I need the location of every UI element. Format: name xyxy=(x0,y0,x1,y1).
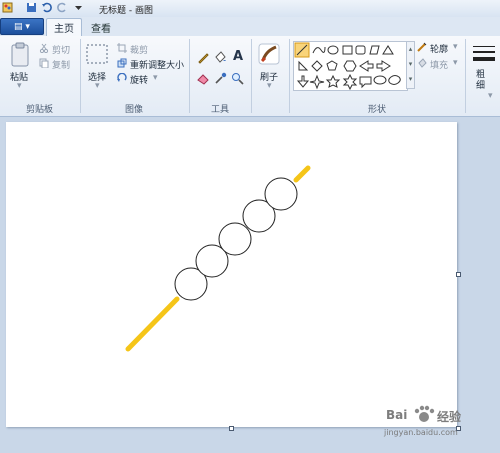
resize-button[interactable]: 重新调整大小 xyxy=(130,58,184,71)
fill-dropdown-arrow[interactable]: ▾ xyxy=(453,58,458,68)
shapes-gallery-icons xyxy=(294,42,401,91)
rectangle-shape-icon[interactable] xyxy=(342,45,353,55)
crop-icon xyxy=(117,43,127,53)
paste-dropdown-arrow[interactable]: ▾ xyxy=(17,81,22,91)
window-title: 无标题 - 画图 xyxy=(99,6,153,16)
down-arrow-shape-icon[interactable] xyxy=(296,75,310,88)
canvas-resize-handle-bottom[interactable] xyxy=(229,426,234,431)
paw-logo-icon xyxy=(414,405,435,422)
ribbon: 粘贴 ▾ 剪切 复制 剪贴板 选择 ▾ 裁剪 重新调整大小 旋转 ▾ 图像 A … xyxy=(0,36,500,117)
watermark-brand: Bai xyxy=(386,408,408,422)
group-divider xyxy=(251,39,252,113)
rotate-button[interactable]: 旋转 xyxy=(130,73,148,86)
copy-button[interactable]: 复制 xyxy=(52,58,70,71)
drawing-layer xyxy=(125,165,311,352)
select-icon[interactable] xyxy=(86,44,108,64)
text-tool-icon[interactable]: A xyxy=(233,49,243,64)
undo-icon[interactable] xyxy=(41,2,52,13)
skewer-ball xyxy=(264,177,298,211)
shapes-gallery xyxy=(293,41,408,91)
shapes-group-label: 形状 xyxy=(368,105,387,115)
shapes-gallery-scrollbar[interactable]: ▴ ▾ ▾ xyxy=(406,41,415,89)
brushes-dropdown-arrow[interactable]: ▾ xyxy=(267,81,272,91)
rotate-icon xyxy=(117,73,127,82)
left-arrow-shape-icon[interactable] xyxy=(376,60,391,72)
four-point-star-shape-icon[interactable] xyxy=(309,74,325,90)
watermark-url: jingyan.baidu.com xyxy=(384,428,458,437)
tools-group-label: 工具 xyxy=(211,105,230,115)
five-point-star-shape-icon[interactable] xyxy=(325,74,341,88)
skewer-stick-upper xyxy=(293,165,311,183)
hexagon-shape-icon[interactable] xyxy=(343,60,357,72)
group-divider xyxy=(80,39,81,113)
fill-bucket-icon[interactable] xyxy=(214,51,227,64)
rect-callout-shape-icon[interactable] xyxy=(359,76,372,89)
oval-callout-shape-icon[interactable] xyxy=(373,75,387,85)
fill-button[interactable]: 填充 xyxy=(430,58,448,71)
copy-icon xyxy=(39,58,49,68)
size-dropdown-arrow[interactable]: ▾ xyxy=(488,91,493,101)
redo-icon[interactable] xyxy=(57,2,68,13)
paint-app-icon[interactable] xyxy=(2,2,13,13)
color-picker-icon[interactable] xyxy=(214,72,227,85)
outline-icon xyxy=(417,42,427,52)
fill-icon xyxy=(418,58,427,68)
tab-view[interactable]: 查看 xyxy=(84,18,118,36)
six-point-star-shape-icon[interactable] xyxy=(342,73,358,91)
cut-button[interactable]: 剪切 xyxy=(52,43,70,56)
curve-shape-icon[interactable] xyxy=(312,46,326,54)
save-icon[interactable] xyxy=(26,2,37,13)
cloud-callout-shape-icon[interactable] xyxy=(388,75,401,85)
oval-shape-icon[interactable] xyxy=(327,45,339,55)
right-arrow-shape-icon[interactable] xyxy=(359,60,374,72)
right-triangle-shape-icon[interactable] xyxy=(298,60,309,71)
magnifier-icon[interactable] xyxy=(231,72,244,85)
group-divider xyxy=(465,39,466,113)
triangle-shape-icon[interactable] xyxy=(382,45,394,55)
cut-icon xyxy=(39,43,49,53)
crop-button[interactable]: 裁剪 xyxy=(130,43,148,56)
drawing-canvas[interactable] xyxy=(6,122,457,427)
customize-quick-access-icon[interactable] xyxy=(73,2,84,13)
image-group-label: 图像 xyxy=(125,105,144,115)
tab-home[interactable]: 主页 xyxy=(46,18,82,36)
file-menu-button[interactable]: ▤ ▾ xyxy=(0,18,44,35)
paste-icon[interactable] xyxy=(9,42,31,68)
size-button[interactable]: 粗细 xyxy=(476,70,487,92)
title-bar: 无标题 - 画图 xyxy=(0,0,500,18)
outline-button[interactable]: 轮廓 xyxy=(430,42,448,55)
outline-dropdown-arrow[interactable]: ▾ xyxy=(453,42,458,52)
pentagon-shape-icon[interactable] xyxy=(326,60,338,71)
canvas-resize-handle-right[interactable] xyxy=(456,272,461,277)
clipboard-group-label: 剪贴板 xyxy=(26,105,54,115)
polygon-shape-icon[interactable] xyxy=(369,45,380,55)
size-icon[interactable] xyxy=(472,44,496,64)
brushes-icon[interactable] xyxy=(257,42,281,66)
rounded-rectangle-shape-icon[interactable] xyxy=(355,45,366,55)
eraser-icon[interactable] xyxy=(197,72,210,85)
diamond-shape-icon[interactable] xyxy=(311,60,323,72)
skewer-ball xyxy=(218,222,252,256)
resize-icon xyxy=(117,58,127,68)
pencil-icon[interactable] xyxy=(197,51,210,64)
group-divider xyxy=(289,39,290,113)
skewer-stick-lower xyxy=(125,296,180,352)
select-dropdown-arrow[interactable]: ▾ xyxy=(95,81,100,91)
watermark-jingyan: 经验 xyxy=(437,410,462,424)
group-divider xyxy=(189,39,190,113)
ribbon-tabs: ▤ ▾ 主页 查看 xyxy=(0,17,500,36)
rotate-dropdown-arrow[interactable]: ▾ xyxy=(153,73,158,83)
